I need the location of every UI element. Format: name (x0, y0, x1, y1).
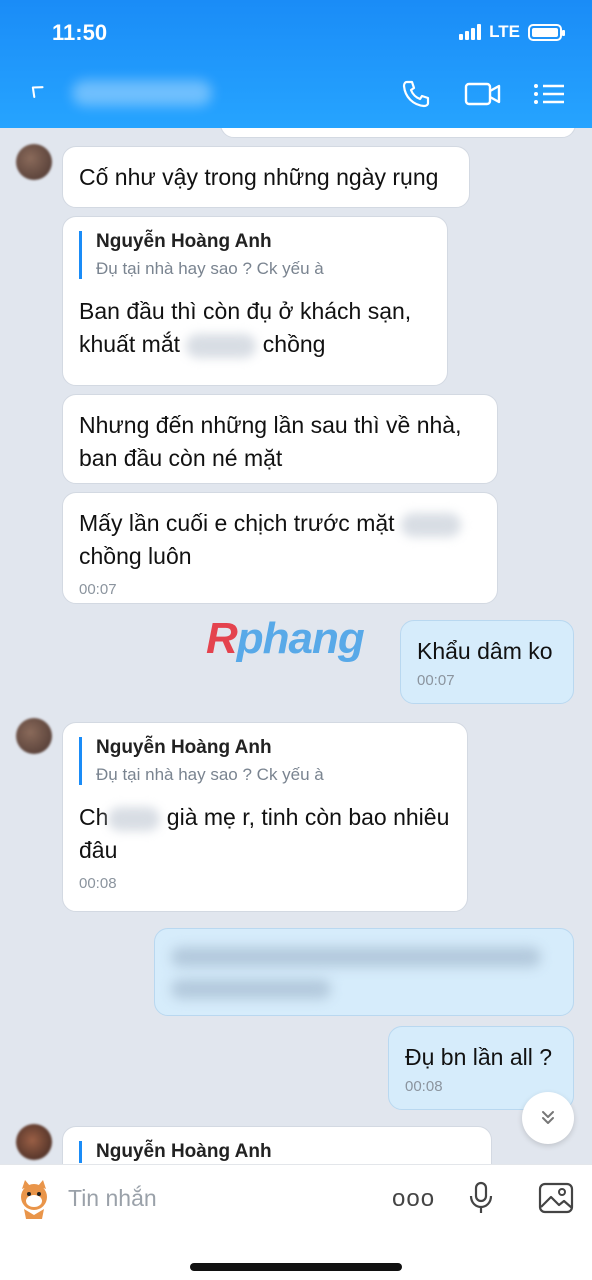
quoted-message[interactable]: Nguyễn Hoàng Anh Đụ tại nhà hay sao ? Ck… (79, 231, 431, 279)
sticker-button[interactable] (12, 1177, 56, 1221)
quote-text: Đụ tại nhà hay sao ? Ck yếu à (96, 765, 324, 784)
sticker-icon (21, 1180, 47, 1219)
quoted-message[interactable]: Nguyễn Hoàng Anh (79, 1141, 475, 1163)
phone-icon (402, 80, 430, 108)
video-camera-icon (464, 82, 501, 106)
message-bubble[interactable]: Nhưng đến những lần sau thì về nhà, ban … (62, 394, 498, 484)
status-time: 11:50 (52, 20, 108, 45)
message-bubble-partial (220, 128, 576, 138)
chat-header: 11:50 LTE (0, 0, 592, 128)
message-time: 00:08 (79, 875, 117, 892)
message-text: Đụ bn lần all ? (405, 1044, 553, 1070)
voice-record-button[interactable] (468, 1181, 494, 1220)
message-time: 00:07 (79, 581, 117, 598)
video-call-button[interactable] (464, 78, 502, 110)
avatar[interactable] (16, 1124, 52, 1160)
status-icons: LTE (459, 22, 565, 42)
message-text: Ch già mẹ r, tinh còn bao nhiêu đâu (79, 801, 451, 867)
message-text: Cố như vậy trong những ngày rụng (79, 164, 439, 190)
more-options-button[interactable]: ooo (392, 1185, 435, 1213)
message-text-part: chồng luôn (79, 543, 192, 569)
message-time: 00:08 (405, 1078, 443, 1095)
network-label: LTE (489, 22, 520, 41)
quote-author: Nguyễn Hoàng Anh (96, 1141, 272, 1162)
message-bubble[interactable]: Cố như vậy trong những ngày rụng (62, 146, 470, 208)
message-text: Khẩu dâm ko (417, 638, 553, 664)
redacted-text (171, 947, 541, 967)
message-bubble-reply[interactable]: Nguyễn Hoàng Anh Đụ tại nhà hay sao ? Ck… (62, 722, 468, 912)
message-text-part: đâu (79, 837, 118, 863)
chevron-left-icon (31, 86, 44, 99)
double-chevron-down-icon (542, 1111, 554, 1124)
message-input-bar: Tin nhắn ooo (0, 1164, 592, 1280)
message-time: 00:07 (417, 672, 455, 689)
message-bubble-reply[interactable]: Nguyễn Hoàng Anh Đụ tại nhà hay sao ? Ck… (62, 216, 448, 386)
back-button[interactable] (26, 76, 44, 107)
avatar[interactable] (16, 718, 52, 754)
message-text: Mấy lần cuối e chịch trước mặt chồng luô… (79, 507, 481, 573)
image-icon (538, 1182, 574, 1214)
call-button[interactable] (400, 78, 432, 110)
message-text-line: Ban đầu thì còn đụ ở khách sạn, (79, 298, 412, 324)
message-text: Nhưng đến những lần sau thì về nhà, ban … (79, 412, 462, 471)
message-text-part: Mấy lần cuối e chịch trước mặt (79, 510, 395, 536)
message-bubble-reply-partial[interactable]: Nguyễn Hoàng Anh (62, 1126, 492, 1164)
home-indicator (190, 1263, 402, 1271)
quote-author: Nguyễn Hoàng Anh (96, 737, 272, 758)
message-text: Ban đầu thì còn đụ ở khách sạn, khuất mắ… (79, 295, 431, 361)
message-bubble-sent[interactable]: Khẩu dâm ko 00:07 (400, 620, 574, 704)
menu-button[interactable] (532, 78, 566, 110)
quote-author: Nguyễn Hoàng Anh (96, 231, 272, 252)
message-text-part: Ch (79, 804, 109, 830)
message-input[interactable]: Tin nhắn (68, 1185, 157, 1212)
redacted-word (108, 806, 161, 831)
watermark-logo: Rphang (206, 614, 365, 663)
signal-icon (459, 24, 482, 40)
avatar[interactable] (16, 144, 52, 180)
image-picker-button[interactable] (538, 1181, 574, 1220)
redacted-word (186, 333, 257, 358)
message-list[interactable]: Cố như vậy trong những ngày rụng Nguyễn … (0, 128, 592, 1164)
contact-name-blurred[interactable] (72, 80, 212, 106)
scroll-to-bottom-button[interactable] (522, 1092, 574, 1144)
message-text-part: khuất mắt (79, 331, 180, 357)
message-text-part: chồng (262, 331, 326, 357)
list-menu-icon (534, 84, 564, 104)
microphone-icon (469, 1181, 493, 1213)
message-bubble[interactable]: Mấy lần cuối e chịch trước mặt chồng luô… (62, 492, 498, 604)
quoted-message[interactable]: Nguyễn Hoàng Anh Đụ tại nhà hay sao ? Ck… (79, 737, 451, 785)
redacted-word (400, 512, 461, 537)
quote-text: Đụ tại nhà hay sao ? Ck yếu à (96, 259, 324, 278)
message-text-part: già mẹ r, tinh còn bao nhiêu (166, 804, 450, 830)
redacted-text (171, 979, 331, 999)
message-bubble-sent-redacted[interactable] (154, 928, 574, 1016)
battery-icon (528, 23, 565, 41)
